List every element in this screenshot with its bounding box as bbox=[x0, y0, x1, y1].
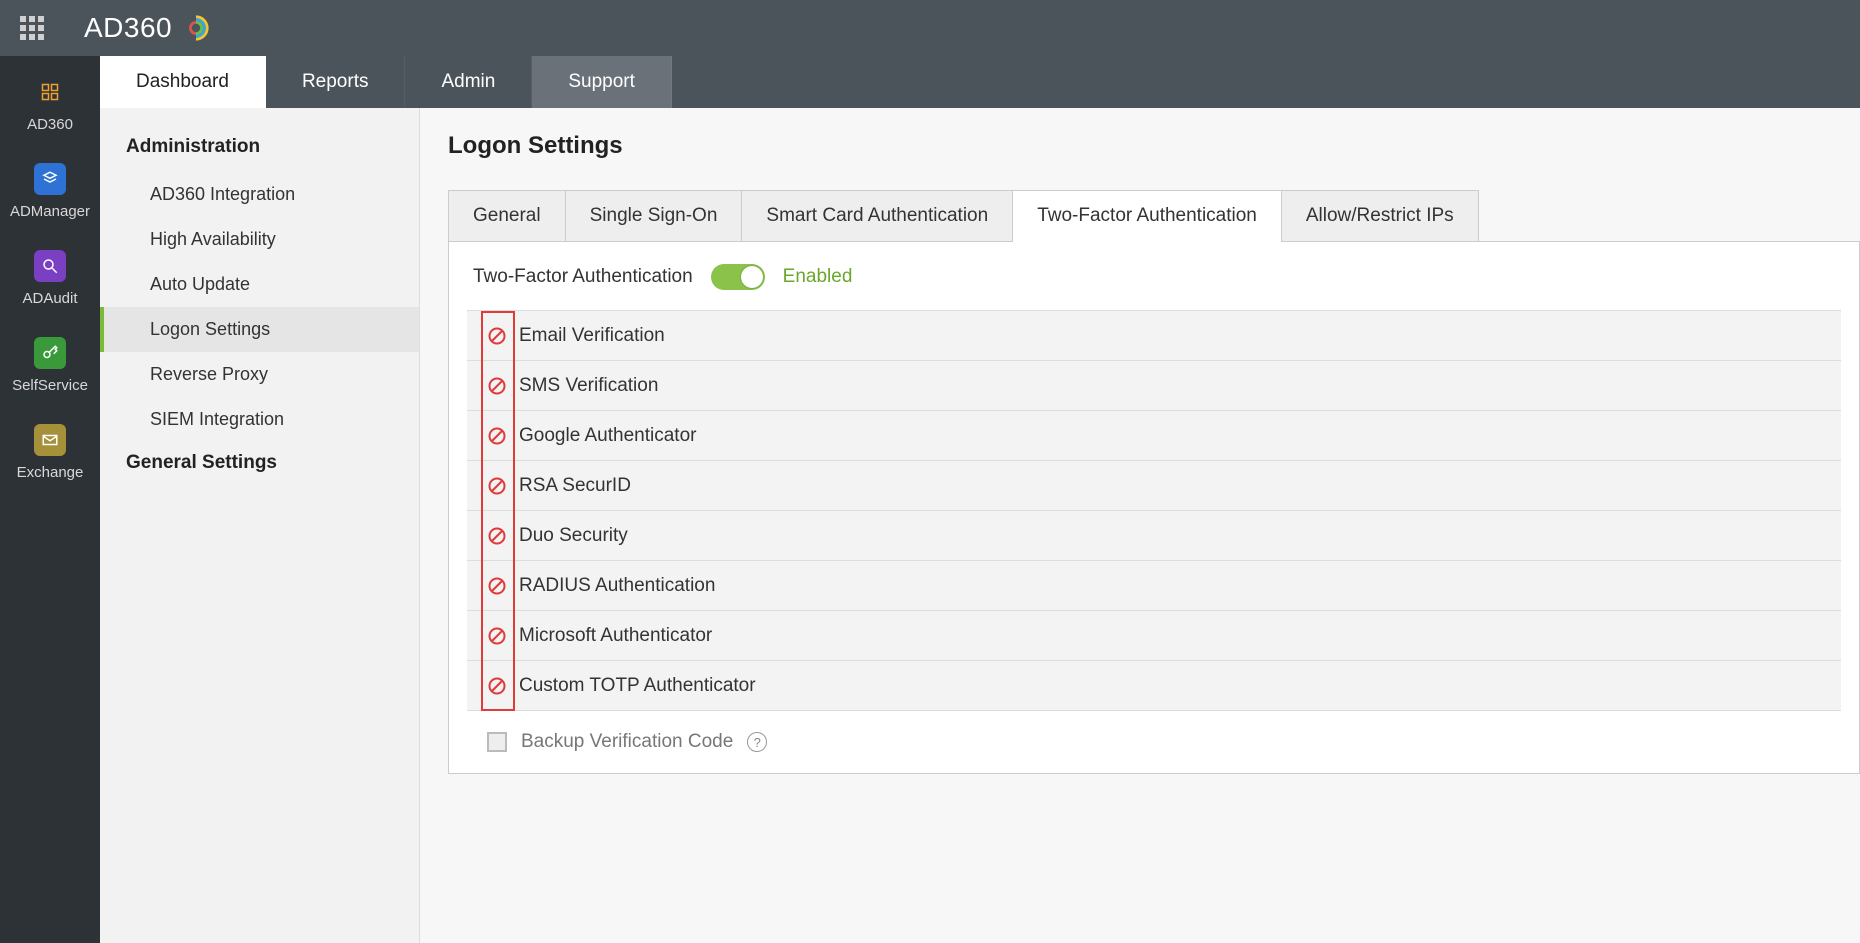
tfa-method-label: Google Authenticator bbox=[519, 425, 696, 447]
prohibit-icon bbox=[487, 376, 507, 396]
tfa-method-row[interactable]: RADIUS Authentication bbox=[467, 561, 1841, 611]
sidebar-item-high-availability[interactable]: High Availability bbox=[100, 217, 419, 262]
top-tab-reports[interactable]: Reports bbox=[266, 56, 406, 108]
main-column: DashboardReportsAdminSupport Administrat… bbox=[100, 56, 1860, 943]
admanager-icon bbox=[34, 163, 66, 195]
top-tabs: DashboardReportsAdminSupport bbox=[100, 56, 1860, 108]
top-tab-dashboard[interactable]: Dashboard bbox=[100, 56, 266, 108]
inner-tab-smart-card-authentication[interactable]: Smart Card Authentication bbox=[741, 190, 1013, 241]
inner-tab-single-sign-on[interactable]: Single Sign-On bbox=[565, 190, 743, 241]
mail-icon bbox=[34, 424, 66, 456]
tfa-method-label: RADIUS Authentication bbox=[519, 575, 715, 597]
tfa-label: Two-Factor Authentication bbox=[473, 266, 693, 288]
backup-code-row: Backup Verification Code ? bbox=[467, 711, 1841, 763]
tfa-methods-list: Email Verification SMS Verification Google… bbox=[467, 310, 1841, 711]
grid-icon bbox=[34, 76, 66, 108]
rail-label: ADManager bbox=[10, 203, 90, 220]
prohibit-icon bbox=[487, 326, 507, 346]
rail-label: Exchange bbox=[17, 464, 84, 481]
tfa-method-row[interactable]: RSA SecurID bbox=[467, 461, 1841, 511]
prohibit-icon bbox=[487, 626, 507, 646]
tfa-method-row[interactable]: Duo Security bbox=[467, 511, 1841, 561]
rail-label: AD360 bbox=[27, 116, 73, 133]
prohibit-icon bbox=[487, 476, 507, 496]
sidebar-item-ad360-integration[interactable]: AD360 Integration bbox=[100, 172, 419, 217]
inner-tab-allow-restrict-ips[interactable]: Allow/Restrict IPs bbox=[1281, 190, 1479, 241]
key-icon bbox=[34, 337, 66, 369]
brand-text: AD360 bbox=[84, 12, 172, 44]
prohibit-icon bbox=[487, 576, 507, 596]
toggle-knob bbox=[741, 266, 763, 288]
tfa-method-row[interactable]: Custom TOTP Authenticator bbox=[467, 661, 1841, 711]
tfa-method-label: Email Verification bbox=[519, 325, 665, 347]
tfa-toggle-row: Two-Factor Authentication Enabled bbox=[467, 264, 1841, 290]
help-icon[interactable]: ? bbox=[747, 732, 767, 752]
prohibit-icon bbox=[487, 676, 507, 696]
tfa-method-row[interactable]: Google Authenticator bbox=[467, 411, 1841, 461]
admin-sidebar: AdministrationAD360 IntegrationHigh Avai… bbox=[100, 108, 420, 943]
tfa-panel: Two-Factor Authentication Enabled Email … bbox=[448, 242, 1860, 774]
app-rail: AD360 ADManager ADAudit SelfService Exch… bbox=[0, 56, 100, 943]
rail-item-ad360[interactable]: AD360 bbox=[27, 76, 73, 133]
body-row: AdministrationAD360 IntegrationHigh Avai… bbox=[100, 108, 1860, 943]
top-tab-support[interactable]: Support bbox=[532, 56, 672, 108]
apps-grid-icon[interactable] bbox=[20, 16, 44, 40]
content-area: Logon Settings GeneralSingle Sign-OnSmar… bbox=[420, 108, 1860, 943]
inner-tab-general[interactable]: General bbox=[448, 190, 566, 241]
topbar: AD360 bbox=[0, 0, 1860, 56]
prohibit-icon bbox=[487, 526, 507, 546]
tfa-method-label: RSA SecurID bbox=[519, 475, 631, 497]
tfa-enabled-text: Enabled bbox=[783, 266, 853, 288]
sidebar-item-siem-integration[interactable]: SIEM Integration bbox=[100, 397, 419, 442]
tfa-method-row[interactable]: Microsoft Authenticator bbox=[467, 611, 1841, 661]
tfa-method-label: SMS Verification bbox=[519, 375, 658, 397]
prohibit-icon bbox=[487, 426, 507, 446]
brand-swirl-icon bbox=[182, 14, 210, 42]
backup-code-checkbox[interactable] bbox=[487, 732, 507, 752]
sidebar-heading: General Settings bbox=[100, 442, 419, 488]
tfa-method-row[interactable]: Email Verification bbox=[467, 311, 1841, 361]
logon-settings-tabs: GeneralSingle Sign-OnSmart Card Authenti… bbox=[448, 190, 1860, 242]
rail-item-adaudit[interactable]: ADAudit bbox=[22, 250, 77, 307]
page-title: Logon Settings bbox=[448, 132, 1860, 160]
search-icon bbox=[34, 250, 66, 282]
brand-logo[interactable]: AD360 bbox=[84, 12, 210, 44]
rail-item-admanager[interactable]: ADManager bbox=[10, 163, 90, 220]
top-tab-admin[interactable]: Admin bbox=[405, 56, 532, 108]
sidebar-item-logon-settings[interactable]: Logon Settings bbox=[100, 307, 419, 352]
sidebar-item-reverse-proxy[interactable]: Reverse Proxy bbox=[100, 352, 419, 397]
tfa-toggle[interactable] bbox=[711, 264, 765, 290]
tfa-method-label: Duo Security bbox=[519, 525, 628, 547]
sidebar-heading: Administration bbox=[100, 126, 419, 172]
sidebar-item-auto-update[interactable]: Auto Update bbox=[100, 262, 419, 307]
inner-tab-two-factor-authentication[interactable]: Two-Factor Authentication bbox=[1012, 190, 1282, 241]
tfa-method-row[interactable]: SMS Verification bbox=[467, 361, 1841, 411]
rail-item-exchange[interactable]: Exchange bbox=[17, 424, 84, 481]
tfa-method-label: Microsoft Authenticator bbox=[519, 625, 712, 647]
tfa-method-label: Custom TOTP Authenticator bbox=[519, 675, 756, 697]
backup-code-label: Backup Verification Code bbox=[521, 731, 733, 753]
rail-label: SelfService bbox=[12, 377, 88, 394]
rail-item-selfservice[interactable]: SelfService bbox=[12, 337, 88, 394]
rail-label: ADAudit bbox=[22, 290, 77, 307]
